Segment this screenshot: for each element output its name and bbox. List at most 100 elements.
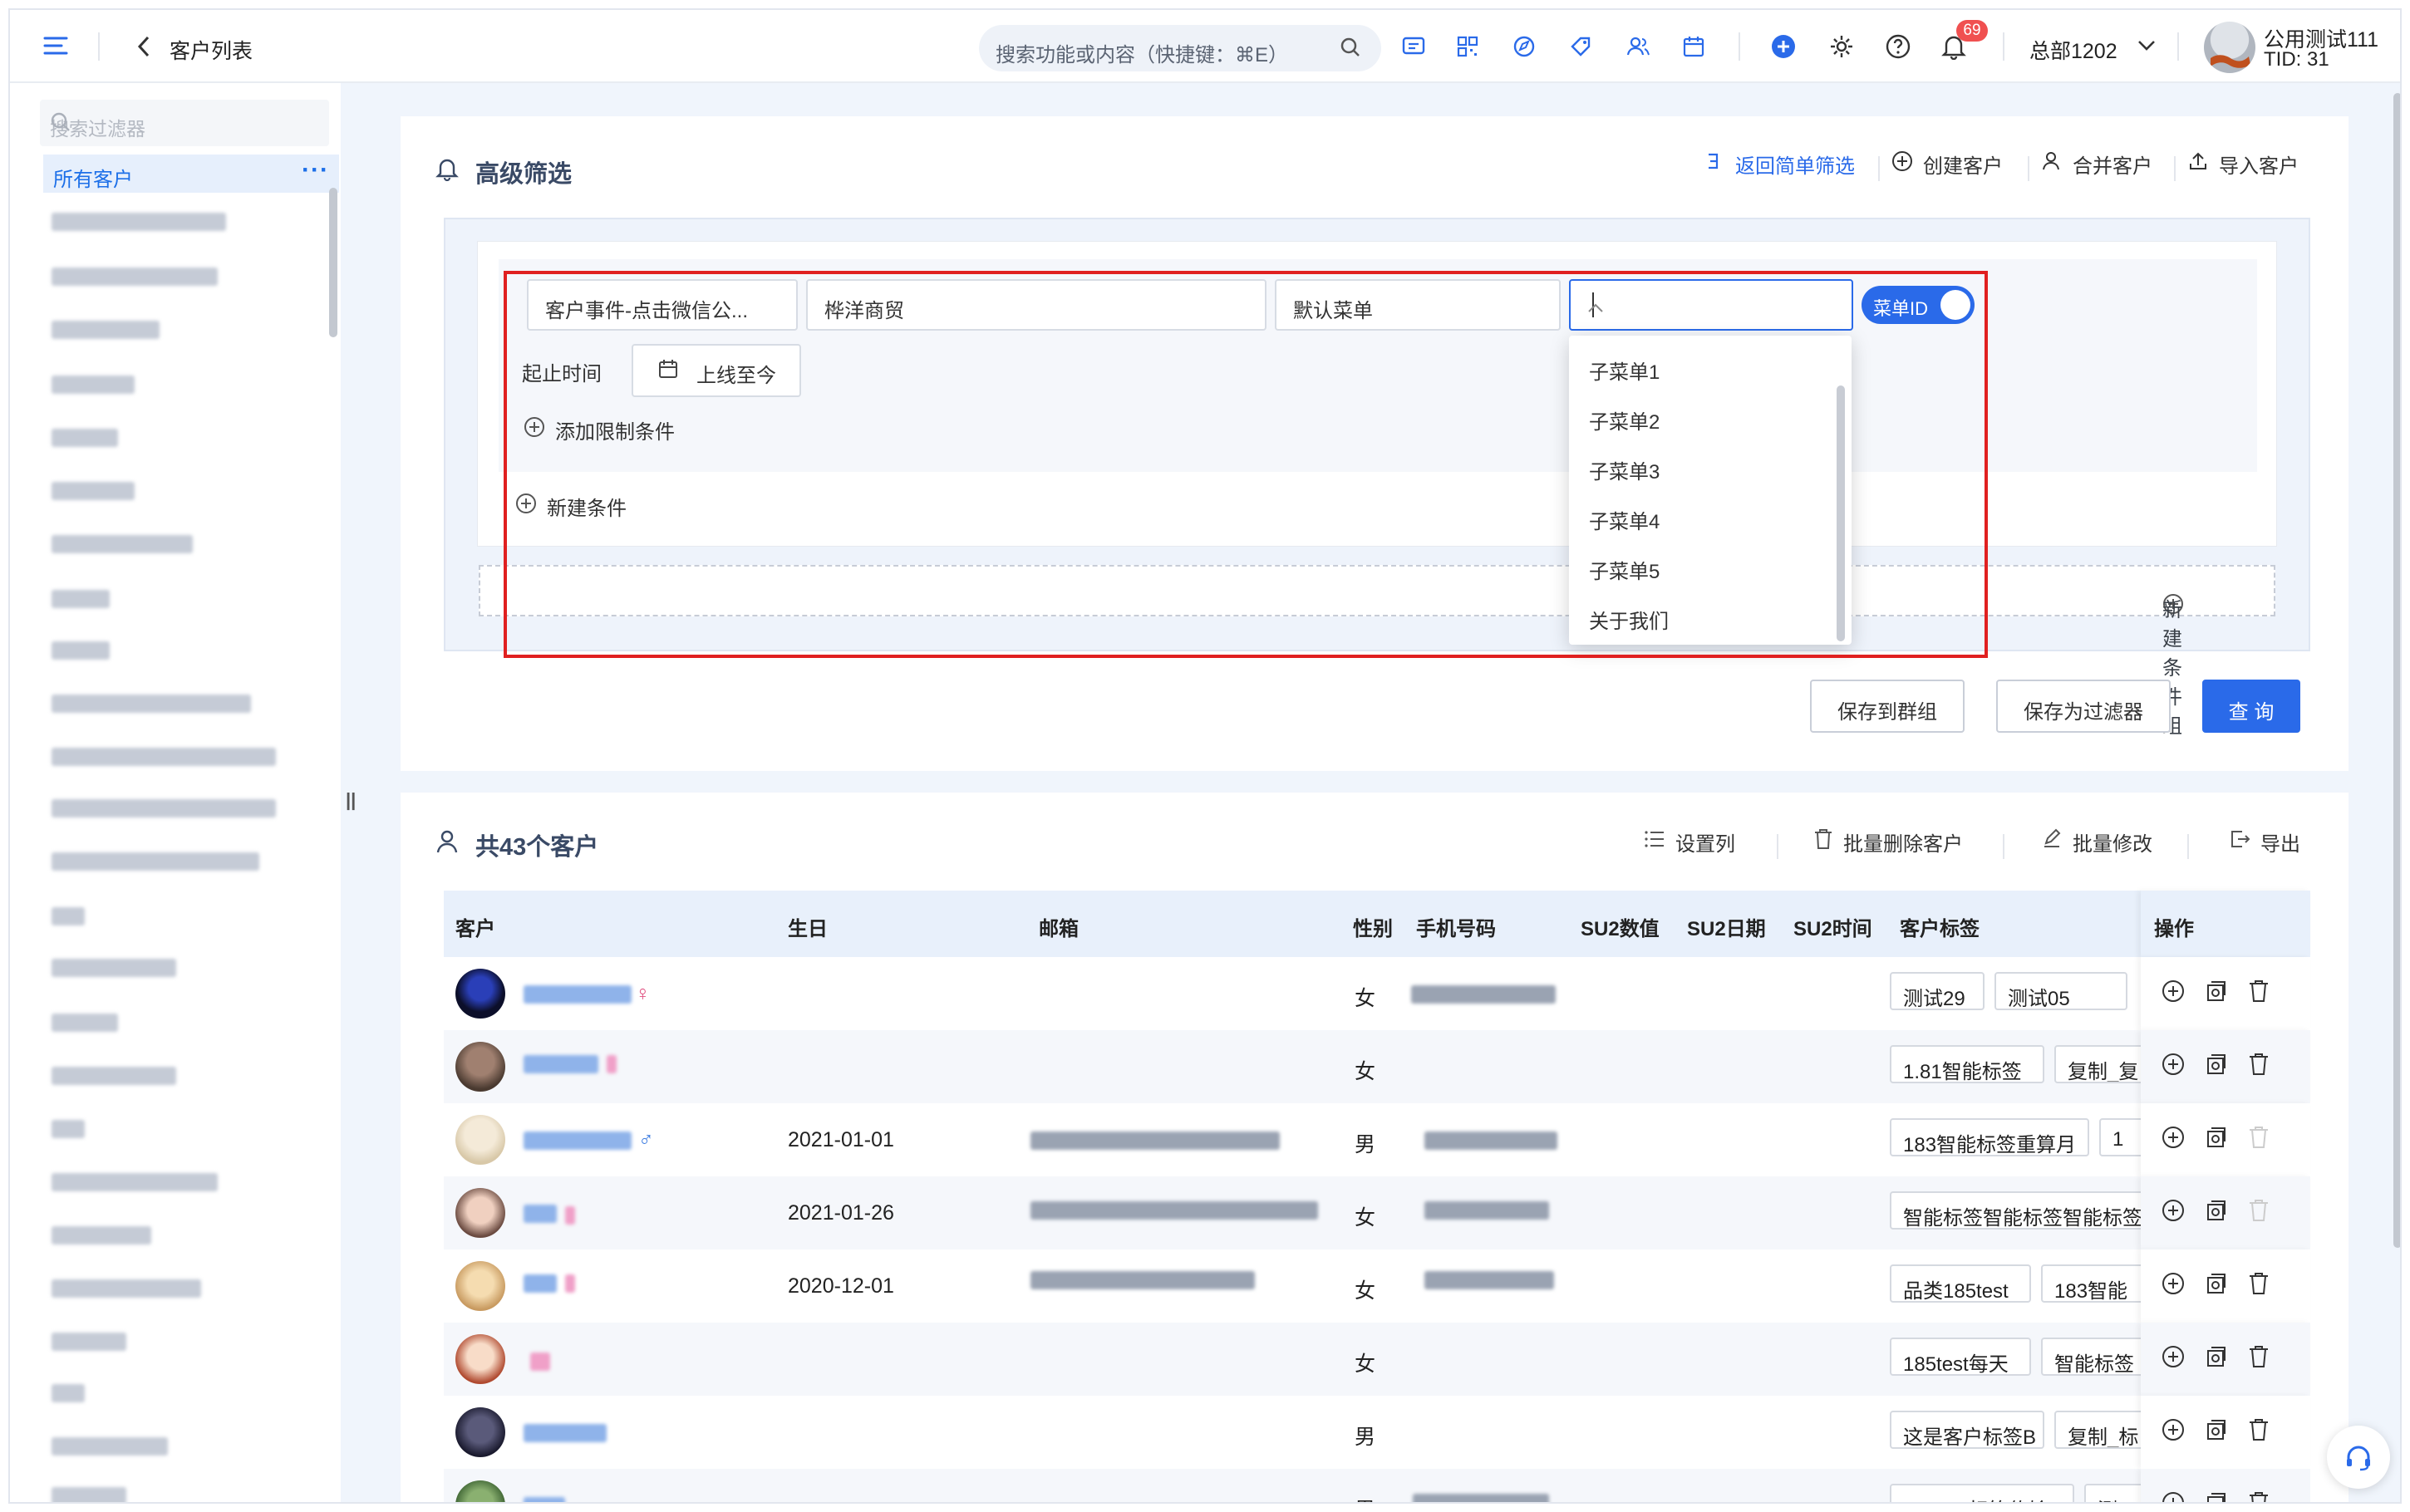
compass-icon[interactable] (1512, 35, 1536, 58)
copy-icon[interactable] (2204, 1490, 2229, 1502)
customer-name-blurred[interactable] (524, 1497, 565, 1502)
import-customer-button[interactable]: 导入客户 (2187, 150, 2299, 179)
add-icon[interactable] (2161, 1052, 2186, 1081)
global-search-input[interactable]: 搜索功能或内容（快捷键：⌘E） (979, 25, 1381, 71)
sidebar-item-blurred[interactable] (52, 799, 276, 817)
more-icon[interactable]: ··· (302, 156, 329, 184)
table-row[interactable]: 女 1.81智能标签 复制_复 (444, 1030, 2310, 1103)
save-as-filter-button[interactable]: 保存为过滤器 (1996, 680, 2171, 733)
table-row[interactable]: 男 这是客户标签B 复制_标 (444, 1396, 2310, 1469)
calendar-icon[interactable] (1682, 35, 1705, 58)
sidebar-item-blurred[interactable] (52, 1384, 85, 1402)
sidebar-item-blurred[interactable] (52, 590, 110, 608)
add-icon[interactable] (2161, 1125, 2186, 1154)
sidebar-item-blurred[interactable] (52, 376, 135, 394)
column-header[interactable]: 客户标签 (1900, 912, 1980, 941)
copy-icon[interactable] (2204, 1271, 2229, 1300)
settings-icon[interactable] (1828, 33, 1855, 60)
copy-icon[interactable] (2204, 1198, 2229, 1227)
query-button[interactable]: 查 询 (2202, 680, 2300, 733)
sidebar-item-blurred[interactable] (52, 1014, 118, 1032)
sidebar-item-blurred[interactable] (52, 482, 135, 500)
sidebar-item-blurred[interactable] (52, 1333, 126, 1351)
customer-avatar[interactable] (455, 1334, 505, 1384)
chevron-left-icon[interactable] (136, 35, 151, 58)
users-icon[interactable] (1626, 35, 1650, 58)
sidebar-item-blurred[interactable] (52, 695, 251, 713)
table-row[interactable]: 女 185test每天 智能标签 (444, 1323, 2310, 1396)
column-header[interactable]: 手机号码 (1416, 912, 1496, 941)
column-header[interactable]: SU2日期 (1687, 912, 1766, 941)
trash-icon[interactable] (2247, 1344, 2270, 1373)
page-scrollbar[interactable] (2393, 93, 2400, 1248)
add-icon[interactable] (2161, 1271, 2186, 1300)
filter-search-input[interactable]: 搜索过滤器 (40, 100, 329, 146)
sidebar-item-blurred[interactable] (52, 213, 226, 231)
sidebar-item-blurred[interactable] (52, 748, 276, 766)
trash-icon[interactable] (2247, 1490, 2270, 1502)
search-icon[interactable] (1340, 37, 1361, 58)
sidebar-item-blurred[interactable] (52, 268, 218, 286)
customer-avatar[interactable] (455, 1188, 505, 1238)
sidebar-item-blurred[interactable] (52, 1173, 218, 1191)
add-icon[interactable] (2161, 1344, 2186, 1373)
sidebar-item-blurred[interactable] (52, 1487, 126, 1502)
trash-icon[interactable] (2247, 979, 2270, 1008)
table-row[interactable]: ♂ 2021-01-01 男 183智能标签重算月 1 (444, 1103, 2310, 1176)
customer-service-button[interactable] (2327, 1426, 2390, 1489)
qrcode-icon[interactable] (1456, 35, 1479, 58)
trash-icon[interactable] (2247, 1052, 2270, 1081)
customer-name-blurred[interactable] (524, 985, 632, 1004)
sidebar-item-blurred[interactable] (52, 1067, 176, 1085)
table-row[interactable]: 男 184test标签传输2 测 (444, 1469, 2310, 1502)
column-header[interactable]: 生日 (788, 912, 828, 941)
table-row[interactable]: ♀ 女 测试29 测试05 (444, 957, 2310, 1030)
sidebar-item-blurred[interactable] (52, 1279, 201, 1298)
export-button[interactable]: 导出 (2229, 827, 2300, 857)
copy-icon[interactable] (2204, 1125, 2229, 1154)
add-icon[interactable] (2161, 1490, 2186, 1502)
table-row[interactable]: 2021-01-26 女 智能标签智能标签智能标签 (444, 1176, 2310, 1249)
sidebar-item-blurred[interactable] (52, 1437, 168, 1456)
column-settings-button[interactable]: 设置列 (1644, 827, 1735, 857)
batch-delete-button[interactable]: 批量删除客户 (1813, 827, 1963, 857)
customer-name-blurred[interactable] (524, 1205, 557, 1223)
sidebar-item-blurred[interactable] (52, 1120, 85, 1138)
table-row[interactable]: 2020-12-01 女 品类185test 183智能 (444, 1249, 2310, 1323)
sidebar-item-all-customers[interactable]: 所有客户 ··· (43, 155, 339, 193)
sidebar-resize-handle[interactable]: || (346, 789, 356, 811)
tag-icon[interactable] (1569, 35, 1592, 58)
customer-avatar[interactable] (455, 1480, 505, 1502)
plus-circle-icon[interactable] (1770, 33, 1797, 60)
customer-name-blurred[interactable] (524, 1132, 632, 1150)
copy-icon[interactable] (2204, 1344, 2229, 1373)
customer-avatar[interactable] (455, 1042, 505, 1092)
message-icon[interactable] (1401, 35, 1426, 58)
customer-name-blurred[interactable] (524, 1424, 607, 1442)
column-header[interactable]: 客户 (455, 912, 495, 941)
column-header[interactable]: SU2时间 (1793, 912, 1872, 941)
sidebar-item-blurred[interactable] (52, 852, 259, 871)
sidebar-item-blurred[interactable] (52, 1226, 151, 1244)
add-icon[interactable] (2161, 979, 2186, 1008)
trash-icon[interactable] (2247, 1271, 2270, 1300)
sidebar-item-blurred[interactable] (52, 641, 110, 660)
sidebar-item-blurred[interactable] (52, 429, 118, 447)
back-label[interactable]: 客户列表 (170, 35, 253, 65)
chevron-down-icon[interactable] (2137, 40, 2156, 52)
menu-icon[interactable] (43, 35, 68, 56)
trash-icon[interactable] (2247, 1417, 2270, 1446)
sidebar-item-blurred[interactable] (52, 907, 85, 925)
sidebar-item-blurred[interactable] (52, 321, 160, 339)
customer-avatar[interactable] (455, 1261, 505, 1311)
customer-name-blurred[interactable] (530, 1352, 550, 1371)
back-to-simple-filter-button[interactable]: 返回简单筛选 (1705, 150, 1855, 179)
column-header[interactable]: 邮箱 (1039, 912, 1079, 941)
avatar[interactable] (2204, 22, 2255, 73)
copy-icon[interactable] (2204, 979, 2229, 1008)
org-selector[interactable]: 总部1202 (2029, 35, 2117, 65)
sidebar-item-blurred[interactable] (52, 535, 193, 553)
column-header[interactable]: SU2数值 (1581, 912, 1660, 941)
create-customer-button[interactable]: 创建客户 (1891, 150, 2003, 179)
customer-avatar[interactable] (455, 1407, 505, 1457)
